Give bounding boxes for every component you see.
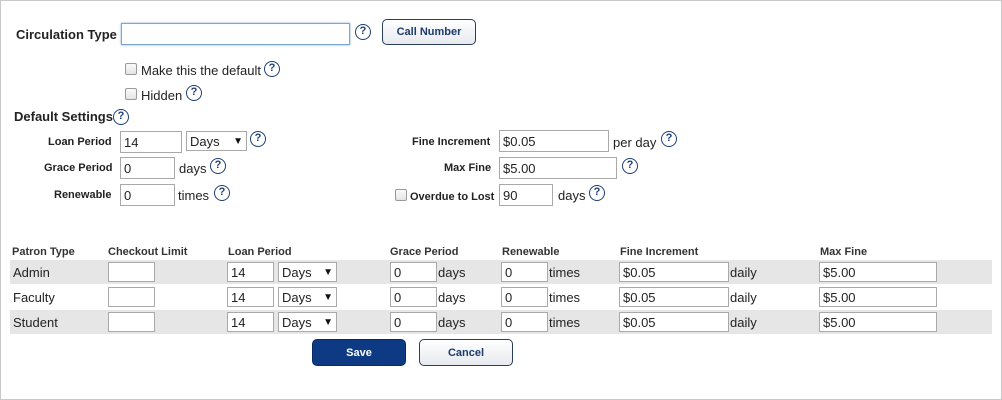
- grace-period-unit: days: [179, 161, 207, 176]
- call-number-button[interactable]: Call Number: [382, 19, 476, 45]
- checkout-limit-input[interactable]: [108, 287, 155, 307]
- fine-increment-label: Fine Increment: [412, 136, 491, 148]
- chevron-down-icon: ▼: [323, 291, 333, 303]
- checkout-limit-input[interactable]: [108, 262, 155, 282]
- help-icon[interactable]: ?: [113, 109, 129, 125]
- overdue-to-lost-input[interactable]: [499, 184, 553, 206]
- hidden-checkbox[interactable]: [125, 88, 137, 100]
- overdue-to-lost-label: Overdue to Lost: [410, 191, 495, 203]
- fine-increment-unit: per day: [613, 135, 657, 150]
- fine-increment-input[interactable]: [499, 130, 609, 152]
- column-header-loan-period: Loan Period: [228, 246, 292, 258]
- patron-type-cell: Admin: [13, 265, 50, 280]
- overdue-to-lost-checkbox[interactable]: [395, 189, 407, 201]
- help-icon[interactable]: ?: [622, 158, 638, 174]
- column-header-checkout-limit: Checkout Limit: [108, 246, 188, 258]
- help-icon[interactable]: ?: [186, 85, 202, 101]
- loan-period-input[interactable]: [120, 131, 182, 153]
- renewable-unit: times: [178, 188, 210, 203]
- column-header-patron-type: Patron Type: [12, 246, 75, 258]
- renewable-unit: times: [549, 315, 581, 330]
- checkout-limit-input[interactable]: [108, 312, 155, 332]
- patron-type-cell: Student: [13, 315, 58, 330]
- loan-unit-select[interactable]: Days ▼: [278, 262, 337, 282]
- grace-period-input[interactable]: [120, 157, 175, 179]
- loan-period-input[interactable]: [227, 287, 274, 307]
- chevron-down-icon: ▼: [233, 135, 243, 147]
- renewable-input[interactable]: [501, 287, 548, 307]
- grace-period-input[interactable]: [390, 287, 437, 307]
- loan-unit-select[interactable]: Days ▼: [278, 312, 337, 332]
- help-icon[interactable]: ?: [355, 24, 371, 40]
- chevron-down-icon: ▼: [323, 316, 333, 328]
- fine-unit: daily: [730, 265, 757, 280]
- column-header-renewable: Renewable: [502, 246, 560, 258]
- max-fine-label: Max Fine: [444, 162, 492, 174]
- grace-period-label: Grace Period: [44, 162, 113, 174]
- max-fine-input[interactable]: [819, 287, 937, 307]
- max-fine-input[interactable]: [819, 262, 937, 282]
- loan-period-label: Loan Period: [48, 136, 112, 148]
- default-settings-heading: Default Settings: [14, 109, 113, 124]
- column-header-fine-increment: Fine Increment: [620, 246, 699, 258]
- grace-unit: days: [438, 315, 466, 330]
- renewable-label: Renewable: [54, 189, 112, 201]
- fine-increment-input[interactable]: [619, 262, 729, 282]
- fine-increment-input[interactable]: [619, 312, 729, 332]
- circulation-type-label: Circulation Type: [16, 27, 117, 42]
- loan-unit-select[interactable]: Days ▼: [278, 287, 337, 307]
- cancel-button[interactable]: Cancel: [419, 339, 513, 366]
- max-fine-input[interactable]: [499, 157, 617, 179]
- save-button[interactable]: Save: [312, 339, 406, 366]
- help-icon[interactable]: ?: [214, 185, 230, 201]
- help-icon[interactable]: ?: [661, 131, 677, 147]
- help-icon[interactable]: ?: [589, 185, 605, 201]
- circulation-type-input[interactable]: [121, 23, 350, 45]
- grace-period-input[interactable]: [390, 262, 437, 282]
- fine-unit: daily: [730, 290, 757, 305]
- grace-unit: days: [438, 265, 466, 280]
- loan-period-input[interactable]: [227, 312, 274, 332]
- help-icon[interactable]: ?: [250, 131, 266, 147]
- renewable-unit: times: [549, 290, 581, 305]
- loan-unit-value: Days: [282, 289, 312, 305]
- loan-period-unit-select[interactable]: Days ▼: [186, 131, 247, 151]
- renewable-unit: times: [549, 265, 581, 280]
- renewable-input[interactable]: [120, 184, 175, 206]
- grace-period-input[interactable]: [390, 312, 437, 332]
- column-header-max-fine: Max Fine: [820, 246, 868, 258]
- loan-unit-value: Days: [282, 264, 312, 280]
- max-fine-input[interactable]: [819, 312, 937, 332]
- renewable-input[interactable]: [501, 312, 548, 332]
- make-default-checkbox[interactable]: [125, 63, 137, 75]
- make-default-label: Make this the default: [141, 63, 261, 78]
- chevron-down-icon: ▼: [323, 266, 333, 278]
- loan-period-unit-value: Days: [190, 133, 220, 149]
- renewable-input[interactable]: [501, 262, 548, 282]
- overdue-to-lost-unit: days: [558, 188, 586, 203]
- loan-unit-value: Days: [282, 314, 312, 330]
- loan-period-input[interactable]: [227, 262, 274, 282]
- help-icon[interactable]: ?: [264, 61, 280, 77]
- grace-unit: days: [438, 290, 466, 305]
- help-icon[interactable]: ?: [210, 158, 226, 174]
- column-header-grace-period: Grace Period: [390, 246, 459, 258]
- hidden-label: Hidden: [141, 88, 183, 103]
- fine-increment-input[interactable]: [619, 287, 729, 307]
- fine-unit: daily: [730, 315, 757, 330]
- patron-type-cell: Faculty: [13, 290, 55, 305]
